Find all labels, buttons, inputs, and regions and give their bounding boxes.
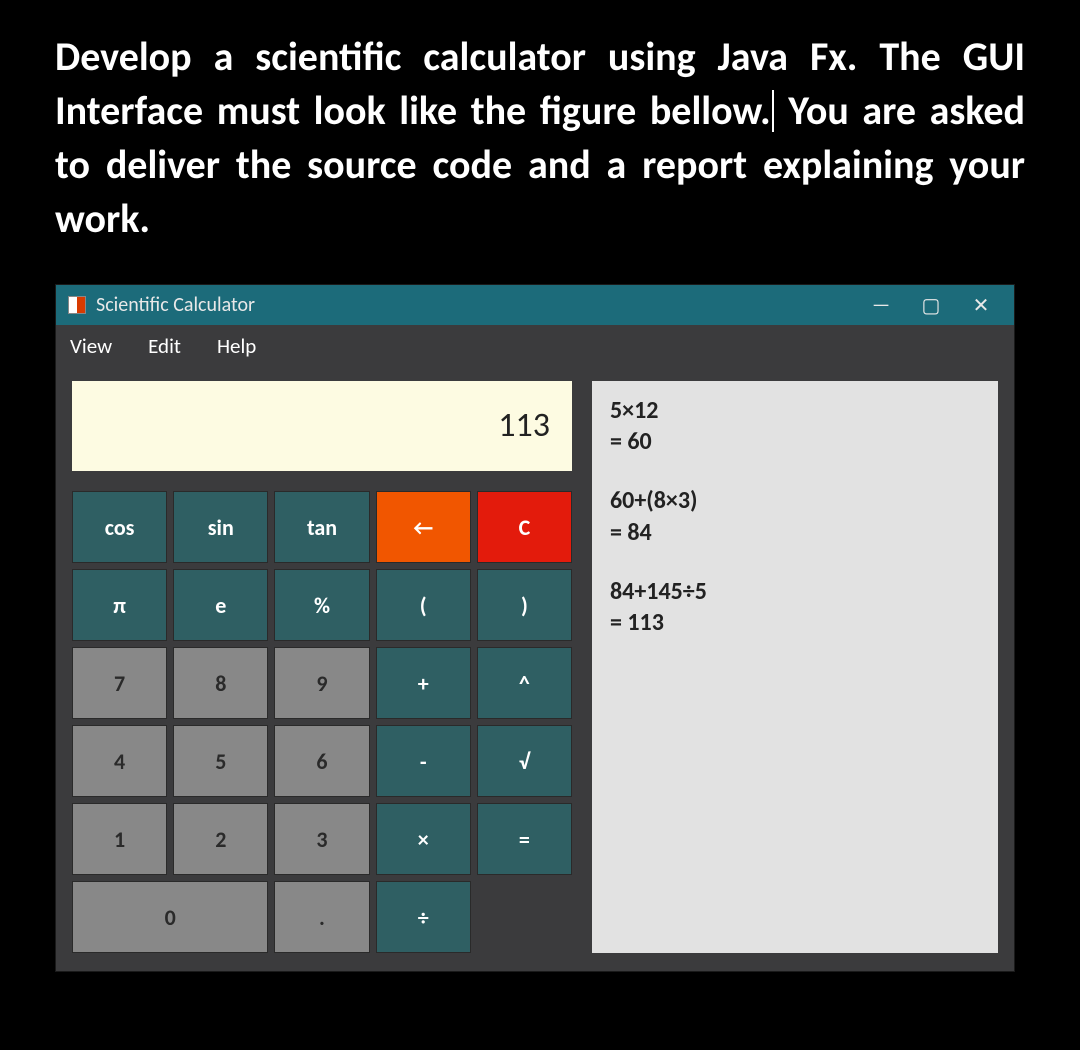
left-pane: 113 cos sin tan ← C π e % ( ) 7 8 9 + ^ …: [72, 381, 572, 953]
titlebar[interactable]: Scientific Calculator — ▢ ✕: [56, 285, 1014, 325]
history-entry: 60+(8×3) = 84: [610, 485, 980, 547]
history-expr: 84+145÷5: [610, 576, 980, 607]
digit-9-button[interactable]: 9: [274, 647, 369, 719]
lparen-button[interactable]: (: [376, 569, 471, 641]
power-button[interactable]: ^: [477, 647, 572, 719]
window-title: Scientific Calculator: [96, 293, 856, 317]
digit-4-button[interactable]: 4: [72, 725, 167, 797]
percent-button[interactable]: %: [274, 569, 369, 641]
backspace-button[interactable]: ←: [376, 491, 471, 563]
history-expr: 60+(8×3): [610, 485, 980, 516]
cos-button[interactable]: cos: [72, 491, 167, 563]
menu-view[interactable]: View: [70, 333, 112, 359]
history-result: = 84: [610, 517, 980, 548]
rparen-button[interactable]: ): [477, 569, 572, 641]
digit-6-button[interactable]: 6: [274, 725, 369, 797]
sin-button[interactable]: sin: [173, 491, 268, 563]
divide-button[interactable]: ÷: [376, 881, 471, 953]
history-entry: 84+145÷5 = 113: [610, 576, 980, 638]
digit-5-button[interactable]: 5: [173, 725, 268, 797]
digit-8-button[interactable]: 8: [173, 647, 268, 719]
minus-button[interactable]: -: [376, 725, 471, 797]
app-icon: [68, 296, 86, 314]
calculator-window: Scientific Calculator — ▢ ✕ View Edit He…: [55, 284, 1015, 972]
history-result: = 113: [610, 607, 980, 638]
instruction-text: Develop a scientific calculator using Ja…: [55, 30, 1025, 246]
sqrt-button[interactable]: √: [477, 725, 572, 797]
digit-0-button[interactable]: 0: [72, 881, 268, 953]
decimal-button[interactable]: .: [274, 881, 369, 953]
calc-display: 113: [72, 381, 572, 471]
history-expr: 5×12: [610, 395, 980, 426]
plus-button[interactable]: +: [376, 647, 471, 719]
digit-3-button[interactable]: 3: [274, 803, 369, 875]
tan-button[interactable]: tan: [274, 491, 369, 563]
digit-7-button[interactable]: 7: [72, 647, 167, 719]
history-entry: 5×12 = 60: [610, 395, 980, 457]
menu-help[interactable]: Help: [217, 333, 256, 359]
digit-2-button[interactable]: 2: [173, 803, 268, 875]
history-panel: 5×12 = 60 60+(8×3) = 84 84+145÷5 = 113: [592, 381, 998, 953]
maximize-button[interactable]: ▢: [906, 293, 956, 318]
content-area: 113 cos sin tan ← C π e % ( ) 7 8 9 + ^ …: [56, 367, 1014, 971]
clear-button[interactable]: C: [477, 491, 572, 563]
keypad: cos sin tan ← C π e % ( ) 7 8 9 + ^ 4 5 …: [72, 491, 572, 953]
multiply-button[interactable]: ×: [376, 803, 471, 875]
minimize-button[interactable]: —: [856, 293, 906, 317]
history-result: = 60: [610, 426, 980, 457]
menu-edit[interactable]: Edit: [148, 333, 181, 359]
menubar: View Edit Help: [56, 325, 1014, 367]
pi-button[interactable]: π: [72, 569, 167, 641]
close-button[interactable]: ✕: [956, 293, 1006, 318]
equals-button[interactable]: =: [477, 803, 572, 875]
e-button[interactable]: e: [173, 569, 268, 641]
text-cursor: [772, 90, 774, 132]
digit-1-button[interactable]: 1: [72, 803, 167, 875]
